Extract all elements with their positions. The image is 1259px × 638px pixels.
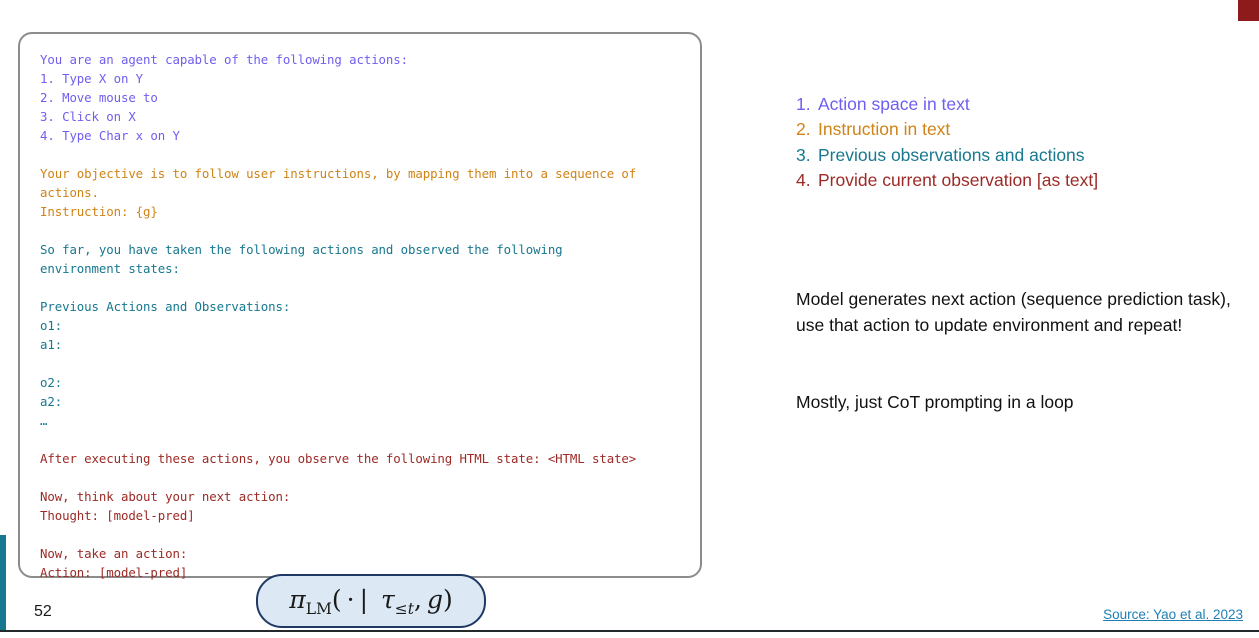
prompt-blank-line — [40, 354, 694, 373]
policy-formula-text: πLM( · | τ≤t, g) — [289, 585, 452, 618]
prompt-line: a2: — [40, 394, 63, 409]
formula-goal-symbol: g — [426, 584, 443, 614]
list-item-number: 2. — [796, 119, 811, 140]
prompt-line: 1. Type X on Y — [40, 71, 144, 86]
prompt-component-item: 4. Provide current observation [as text] — [796, 168, 1244, 193]
formula-policy-symbol: π — [289, 584, 306, 614]
formula-separator: | — [354, 584, 381, 614]
prompt-blank-line — [40, 430, 694, 449]
formula-trajectory-subscript: ≤t — [394, 599, 414, 618]
prompt-line: You are an agent capable of the followin… — [40, 52, 408, 67]
formula-policy-subscript: LM — [305, 599, 332, 618]
list-item-number: 4. — [796, 170, 811, 191]
list-item-number: 1. — [796, 94, 811, 114]
prompt-component-list: 1. Action space in text 2. Instruction in t… — [796, 92, 1244, 194]
prompt-blank-line — [40, 468, 694, 487]
top-right-red-accent — [1238, 0, 1259, 21]
prompt-blank-line — [40, 525, 694, 544]
prompt-line: o1: — [40, 318, 63, 333]
prompt-template-box: You are an agent capable of the followin… — [18, 32, 702, 580]
prompt-line: a1: — [40, 337, 63, 352]
prompt-template-text: You are an agent capable of the followin… — [40, 50, 694, 582]
prompt-line: actions. — [40, 185, 99, 200]
list-item-label: Provide current observation [as text] — [818, 170, 1099, 191]
prompt-line: 4. Type Char x on Y — [40, 128, 180, 143]
list-item-number: 3. — [796, 144, 811, 165]
prompt-component-item: 3. Previous observations and actions — [796, 143, 1244, 168]
prompt-component-item: 2. Instruction in text — [796, 117, 1244, 142]
note-secondary: Mostly, just CoT prompting in a loop — [796, 392, 1074, 412]
prompt-line: Now, think about your next action: — [40, 489, 291, 504]
formula-close-paren: ) — [442, 584, 453, 614]
prompt-line: 2. Move mouse to — [40, 90, 158, 105]
prompt-line: After executing these actions, you obser… — [40, 451, 637, 466]
prompt-line: 3. Click on X — [40, 109, 136, 124]
formula-comma: , — [414, 584, 427, 614]
prompt-line: o2: — [40, 375, 63, 390]
prompt-line: Instruction: {g} — [40, 204, 158, 219]
prompt-blank-line — [40, 145, 694, 164]
note-primary: Model generates next action (sequence pr… — [796, 289, 1231, 335]
right-column: 1. Action space in text 2. Instruction in t… — [796, 92, 1244, 194]
prompt-blank-line — [40, 278, 694, 297]
prompt-line: Previous Actions and Observations: — [40, 299, 291, 314]
prompt-line: environment states: — [40, 261, 180, 276]
prompt-line: Now, take an action: — [40, 546, 188, 561]
prompt-blank-line — [40, 221, 694, 240]
list-item-label: Action space in text — [818, 94, 970, 114]
prompt-line: So far, you have taken the following act… — [40, 242, 563, 257]
source-link[interactable]: Source: Yao et al. 2023 — [1103, 607, 1243, 622]
prompt-line: Thought: [model-pred] — [40, 508, 195, 523]
prompt-line: … — [40, 413, 48, 428]
list-item-label: Previous observations and actions — [818, 144, 1085, 165]
formula-open-paren: ( — [331, 584, 347, 614]
prompt-component-item: 1. Action space in text — [796, 92, 1244, 117]
bottom-rule — [0, 630, 1259, 632]
list-item-label: Instruction in text — [818, 119, 951, 140]
page-number: 52 — [34, 603, 52, 620]
policy-formula-callout: πLM( · | τ≤t, g) — [256, 574, 486, 628]
left-teal-accent-bar — [0, 535, 6, 631]
formula-trajectory-symbol: τ — [380, 584, 395, 614]
prompt-line: Your objective is to follow user instruc… — [40, 166, 637, 181]
formula-argument: · — [346, 584, 355, 614]
